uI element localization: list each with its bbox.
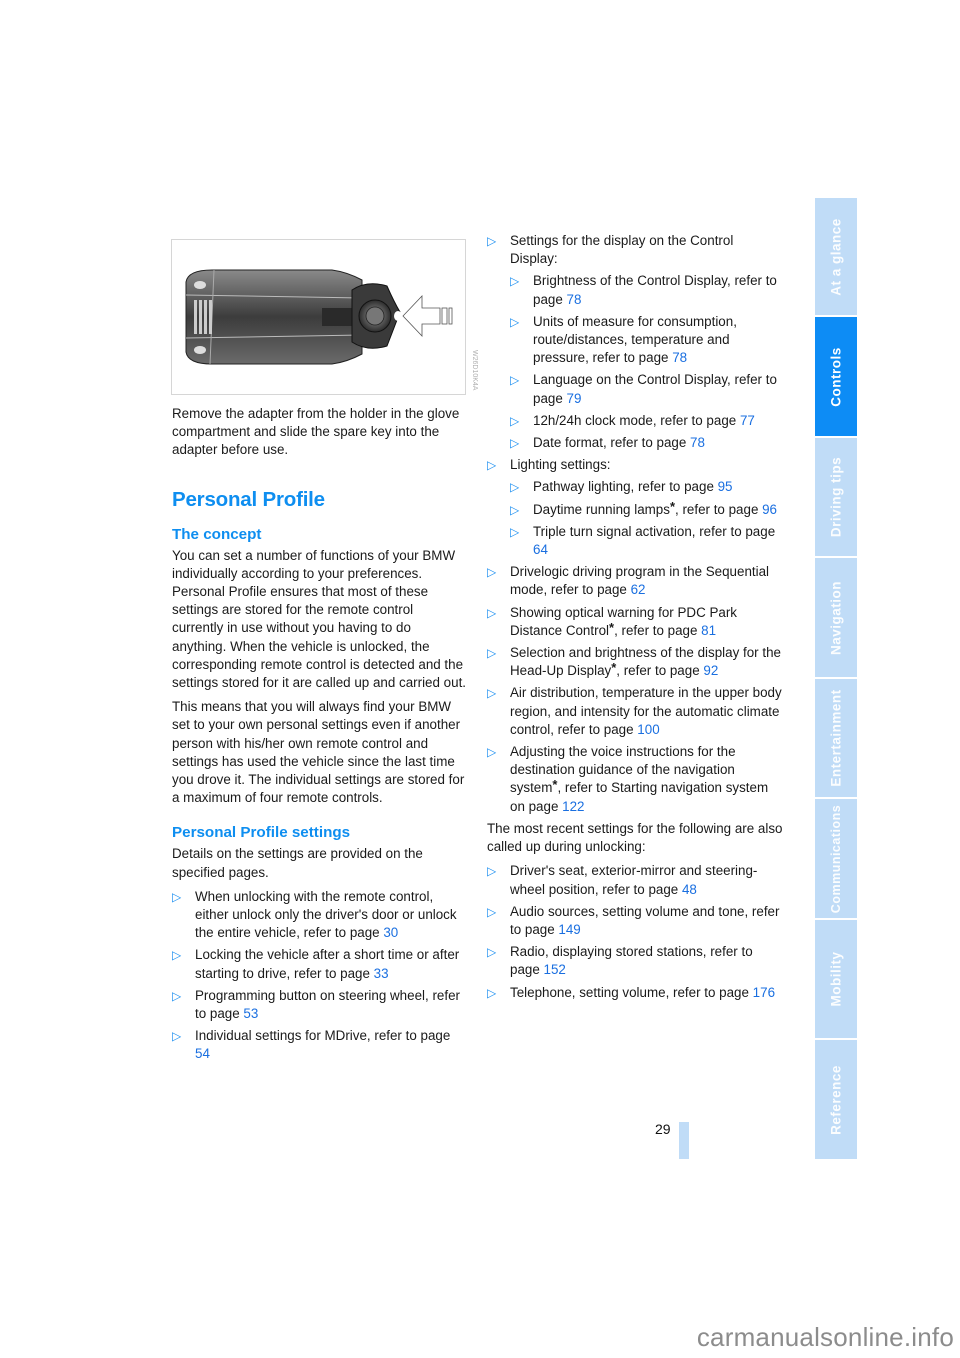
page-link[interactable]: 176 bbox=[753, 985, 775, 1000]
list-item: ▷ Locking the vehicle after a short time … bbox=[172, 947, 460, 981]
side-tab-navigation[interactable]: Navigation bbox=[815, 558, 857, 677]
lighting-sublist: ▷ Pathway lighting, refer to page 95 ▷ Day… bbox=[510, 478, 783, 559]
intro-paragraph: Remove the adapter from the holder in th… bbox=[172, 406, 460, 458]
page-link[interactable]: 92 bbox=[703, 663, 718, 678]
bullet-triangle-icon: ▷ bbox=[172, 948, 182, 963]
bullet-triangle-icon: ▷ bbox=[510, 274, 520, 289]
bullet-triangle-icon: ▷ bbox=[487, 904, 497, 919]
bullet-triangle-icon: ▷ bbox=[487, 565, 497, 580]
optional-equipment-star-icon: * bbox=[552, 777, 558, 793]
side-tab-driving-tips[interactable]: Driving tips bbox=[815, 438, 857, 556]
bullet-triangle-icon: ▷ bbox=[487, 745, 497, 760]
bullet-triangle-icon: ▷ bbox=[510, 413, 520, 428]
concept-heading: The concept bbox=[172, 525, 262, 543]
page-link[interactable]: 81 bbox=[701, 623, 716, 638]
bullet-triangle-icon: ▷ bbox=[510, 436, 520, 451]
optional-equipment-star-icon: * bbox=[669, 498, 676, 514]
page-link[interactable]: 122 bbox=[562, 799, 584, 814]
figure-code: W26D10K4A bbox=[471, 350, 478, 391]
page-link[interactable]: 30 bbox=[383, 925, 398, 940]
bullet-triangle-icon: ▷ bbox=[487, 458, 497, 473]
page-link[interactable]: 95 bbox=[718, 479, 733, 494]
side-tab-entertainment[interactable]: Entertainment bbox=[815, 679, 857, 797]
display-sublist: ▷ Brightness of the Control Display, refe… bbox=[510, 272, 783, 452]
page-marker-bar bbox=[679, 1122, 689, 1159]
list-item: ▷ Brightness of the Control Display, refe… bbox=[510, 273, 777, 307]
bullet-triangle-icon: ▷ bbox=[487, 605, 497, 620]
list-item-display-group: ▷ Settings for the display on the Contro… bbox=[487, 232, 783, 452]
list-item: ▷ Audio sources, setting volume and tone,… bbox=[487, 903, 780, 937]
optional-equipment-star-icon: * bbox=[611, 660, 617, 676]
concept-paragraph-1: You can set a number of functions of you… bbox=[172, 547, 467, 691]
list-item: ▷ Radio, displaying stored stations, refe… bbox=[487, 944, 753, 978]
list-item: ▷ Individual settings for MDrive, refer t… bbox=[172, 1028, 451, 1062]
page-number: 29 bbox=[655, 1121, 671, 1137]
page-link[interactable]: 53 bbox=[243, 1006, 258, 1021]
bullet-triangle-icon: ▷ bbox=[510, 502, 520, 517]
page-link[interactable]: 96 bbox=[762, 502, 777, 517]
settings-heading: Personal Profile settings bbox=[172, 824, 351, 842]
list-item: ▷ Driver's seat, exterior-mirror and stee… bbox=[487, 863, 758, 897]
page-link[interactable]: 78 bbox=[690, 435, 705, 450]
list-item: ▷ Selection and brightness of the display… bbox=[487, 645, 781, 679]
bullet-triangle-icon: ▷ bbox=[487, 864, 497, 879]
list-item: ▷ Language on the Control Display, refer … bbox=[510, 372, 777, 406]
list-item: ▷ Telephone, setting volume, refer to pag… bbox=[487, 984, 783, 1002]
side-tab-controls[interactable]: Controls bbox=[815, 317, 857, 436]
list-item: ▷ Showing optical warning for PDC Park Di… bbox=[487, 604, 738, 638]
page-link[interactable]: 78 bbox=[567, 292, 582, 307]
page-link[interactable]: 79 bbox=[567, 391, 582, 406]
settings-intro: Details on the settings are provided on … bbox=[172, 846, 423, 880]
list-item: ▷ Pathway lighting, refer to page 95 bbox=[510, 478, 783, 496]
page-link[interactable]: 33 bbox=[374, 966, 389, 981]
page-link[interactable]: 64 bbox=[533, 542, 548, 557]
remote-key-illustration bbox=[185, 269, 453, 365]
list-item: ▷ Air distribution, temperature in the up… bbox=[487, 685, 782, 737]
list-item: ▷ Adjusting the voice instructions for th… bbox=[487, 744, 769, 814]
watermark: carmanualsonline.info bbox=[696, 1322, 954, 1352]
page-link[interactable]: 48 bbox=[682, 882, 697, 897]
list-item: ▷ Triple turn signal activation, refer to… bbox=[510, 523, 776, 558]
page-link[interactable]: 152 bbox=[544, 962, 566, 977]
bullet-triangle-icon: ▷ bbox=[487, 985, 497, 1000]
concept-paragraph-2: This means that you will always find you… bbox=[172, 699, 465, 806]
bullet-triangle-icon: ▷ bbox=[487, 646, 497, 661]
page-link[interactable]: 100 bbox=[637, 722, 659, 737]
list-item: ▷ Daytime running lamps*, refer to page 9… bbox=[510, 498, 783, 519]
bullet-triangle-icon: ▷ bbox=[172, 889, 182, 904]
list-item: ▷ Date format, refer to page 78 bbox=[510, 434, 783, 452]
page-link[interactable]: 77 bbox=[740, 413, 755, 428]
optional-equipment-star-icon: * bbox=[609, 619, 615, 635]
side-tab-reference[interactable]: Reference bbox=[815, 1040, 857, 1159]
page-link[interactable]: 149 bbox=[558, 922, 580, 937]
bullet-triangle-icon: ▷ bbox=[487, 234, 497, 248]
list-item-lighting-group: ▷ Lighting settings: ▷ Pathway lighting, … bbox=[487, 456, 783, 559]
side-tab-at-a-glance[interactable]: At a glance bbox=[815, 198, 857, 315]
list-item: ▷ Drivelogic driving program in the Seque… bbox=[487, 564, 770, 598]
list-item: ▷ When unlocking with the remote control,… bbox=[172, 888, 457, 941]
side-tab-communications[interactable]: Communications bbox=[815, 799, 857, 918]
bullet-triangle-icon: ▷ bbox=[510, 480, 520, 495]
bullet-triangle-icon: ▷ bbox=[487, 945, 497, 960]
key-adapter-figure bbox=[171, 239, 466, 395]
bullet-triangle-icon: ▷ bbox=[487, 686, 497, 701]
bullet-triangle-icon: ▷ bbox=[510, 524, 520, 539]
bullet-triangle-icon: ▷ bbox=[510, 314, 520, 329]
recent-list: ▷ Driver's seat, exterior-mirror and stee… bbox=[487, 862, 783, 1001]
section-title: Personal Profile bbox=[172, 487, 325, 511]
bullet-triangle-icon: ▷ bbox=[172, 988, 182, 1003]
bullet-triangle-icon: ▷ bbox=[510, 373, 520, 388]
page-link[interactable]: 78 bbox=[672, 350, 687, 365]
page-link[interactable]: 62 bbox=[631, 582, 646, 597]
list-item: ▷ Programming button on steering wheel, r… bbox=[172, 987, 460, 1022]
recent-intro: The most recent settings for the followi… bbox=[487, 820, 783, 855]
side-tab-mobility[interactable]: Mobility bbox=[815, 920, 857, 1038]
settings-list-left: ▷ When unlocking with the remote control,… bbox=[172, 888, 468, 1064]
settings-list-right: ▷ Settings for the display on the Contro… bbox=[487, 232, 783, 816]
page-link[interactable]: 54 bbox=[195, 1046, 210, 1061]
bullet-triangle-icon: ▷ bbox=[172, 1029, 182, 1044]
list-item: ▷ 12h/24h clock mode, refer to page 77 bbox=[510, 412, 783, 430]
list-item: ▷ Units of measure for consumption, route… bbox=[510, 313, 737, 366]
